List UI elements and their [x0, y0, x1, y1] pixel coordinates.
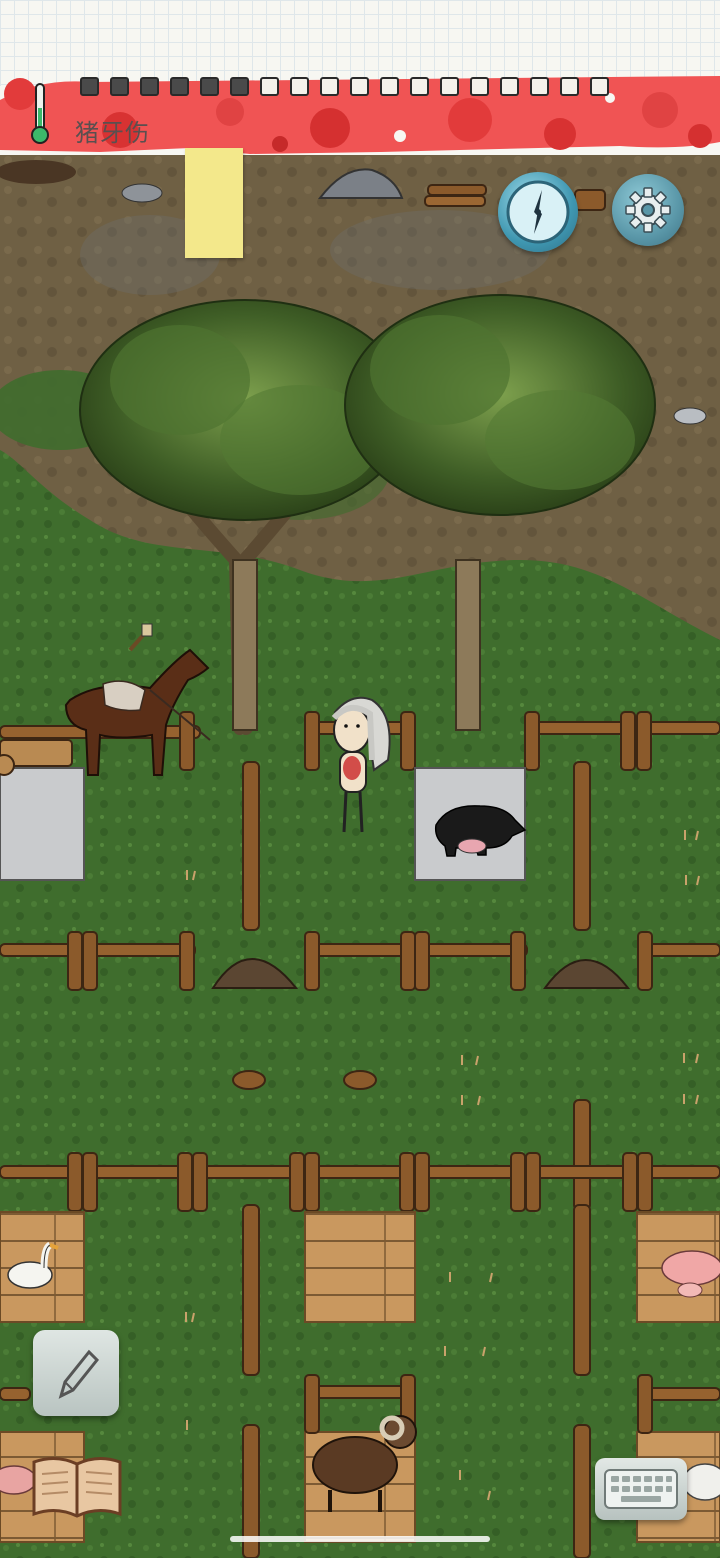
write-button[interactable] [33, 1330, 119, 1416]
food-pip [560, 77, 579, 96]
game-screen: 猪牙伤 [0, 0, 720, 1558]
open-book-icon [32, 1457, 122, 1518]
food-pip [410, 77, 429, 96]
home-indicator[interactable] [230, 1536, 490, 1542]
food-pip [80, 77, 99, 96]
compass-button[interactable] [498, 172, 578, 252]
pencil-icon [58, 1349, 100, 1399]
thermometer-icon [31, 83, 49, 144]
compass-icon [506, 180, 570, 244]
keyboard-icon [604, 1469, 678, 1509]
food-pip [110, 77, 129, 96]
food-pip [530, 77, 549, 96]
food-pip [170, 77, 189, 96]
food-pip [230, 77, 249, 96]
food-pip [470, 77, 489, 96]
food-pip [200, 77, 219, 96]
sheep[interactable] [682, 1463, 720, 1501]
basket-right[interactable] [343, 1070, 377, 1090]
food-pip [440, 77, 459, 96]
food-pip [350, 77, 369, 96]
keyboard-button[interactable] [595, 1458, 687, 1520]
tech-tree-button[interactable] [30, 1452, 124, 1522]
food-pip [500, 77, 519, 96]
status-effect-label: 猪牙伤 [75, 119, 150, 147]
firewood-pile[interactable] [424, 184, 487, 207]
food-pip [140, 77, 159, 96]
food-pip [590, 77, 609, 96]
gear-icon [625, 187, 671, 233]
food-pip [380, 77, 399, 96]
food-meter [80, 77, 609, 96]
sticky-note[interactable] [185, 148, 243, 258]
food-pip [260, 77, 279, 96]
settings-button[interactable] [612, 174, 684, 246]
food-pip [320, 77, 339, 96]
food-pip [290, 77, 309, 96]
basket-left[interactable] [232, 1070, 266, 1090]
